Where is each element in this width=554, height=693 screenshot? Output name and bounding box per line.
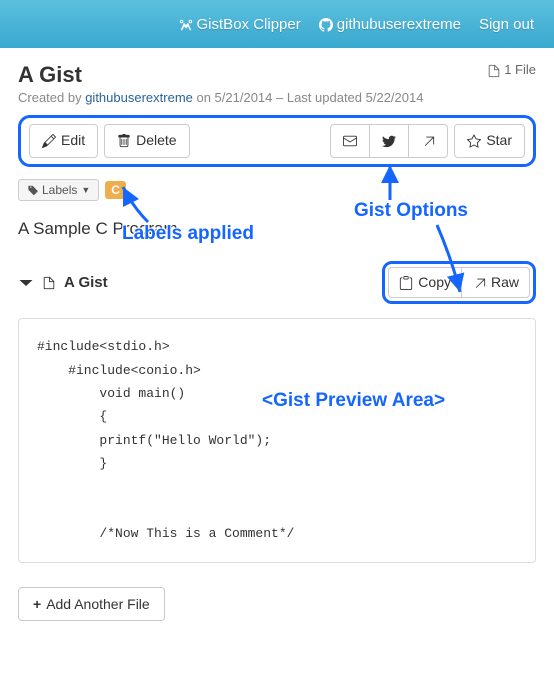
add-file-button[interactable]: + Add Another File: [18, 587, 165, 621]
star-button[interactable]: Star: [454, 124, 525, 158]
envelope-icon: [343, 131, 357, 151]
trash-icon: [117, 131, 131, 151]
file-count: 1 File: [487, 62, 536, 78]
file-icon: [487, 62, 501, 78]
title-row: A Gist 1 File: [18, 62, 536, 88]
github-icon: [319, 16, 333, 33]
gist-title: A Gist: [18, 62, 82, 88]
copy-label: Copy: [418, 273, 451, 293]
star-label: Star: [486, 131, 512, 151]
labels-dropdown[interactable]: Labels ▼: [18, 179, 99, 201]
raw-label: Raw: [491, 273, 519, 293]
share-button[interactable]: [408, 124, 448, 158]
delete-button[interactable]: Delete: [104, 124, 189, 158]
edit-label: Edit: [61, 131, 85, 151]
clipper-label: GistBox Clipper: [197, 16, 301, 33]
file-count-label: 1 File: [504, 62, 536, 77]
raw-button[interactable]: Raw: [461, 267, 530, 299]
pencil-icon: [42, 131, 56, 151]
user-link[interactable]: githubuserextreme: [319, 16, 461, 33]
code-preview: #include<stdio.h> #include<conio.h> void…: [18, 318, 536, 563]
signout-link[interactable]: Sign out: [479, 16, 534, 33]
chevron-down-icon[interactable]: [18, 274, 34, 291]
created-date: on 5/21/2014 – Last updated 5/22/2014: [193, 90, 424, 105]
copy-icon: [399, 273, 413, 293]
clipper-link[interactable]: GistBox Clipper: [179, 16, 301, 33]
copy-raw-group: Copy Raw: [382, 261, 536, 305]
add-file-label: Add Another File: [46, 596, 150, 612]
file-icon: [42, 274, 56, 291]
file-name: A Gist: [64, 274, 108, 291]
label-tag-c[interactable]: C: [105, 181, 126, 199]
star-icon: [467, 131, 481, 151]
caret-down-icon: ▼: [81, 185, 90, 195]
delete-label: Delete: [136, 131, 176, 151]
tag-icon: [27, 183, 38, 197]
twitter-icon: [382, 131, 396, 151]
gist-description: A Sample C Program: [18, 219, 536, 239]
external-icon: [472, 273, 486, 293]
file-header: A Gist Copy Raw: [18, 261, 536, 305]
gist-options-toolbar: Edit Delete: [18, 115, 536, 167]
meta-line: Created by githubuserextreme on 5/21/201…: [18, 90, 536, 105]
copy-button[interactable]: Copy: [388, 267, 462, 299]
scissors-icon: [179, 16, 193, 33]
email-button[interactable]: [330, 124, 370, 158]
labels-row: Labels ▼ C: [18, 179, 536, 201]
username-label: githubuserextreme: [337, 16, 461, 33]
created-prefix: Created by: [18, 90, 85, 105]
share-icon: [421, 131, 435, 151]
plus-icon: +: [33, 596, 41, 612]
top-header: GistBox Clipper githubuserextreme Sign o…: [0, 0, 554, 48]
edit-button[interactable]: Edit: [29, 124, 98, 158]
twitter-button[interactable]: [369, 124, 409, 158]
author-link[interactable]: githubuserextreme: [85, 90, 193, 105]
labels-label: Labels: [42, 183, 77, 197]
signout-label: Sign out: [479, 16, 534, 33]
